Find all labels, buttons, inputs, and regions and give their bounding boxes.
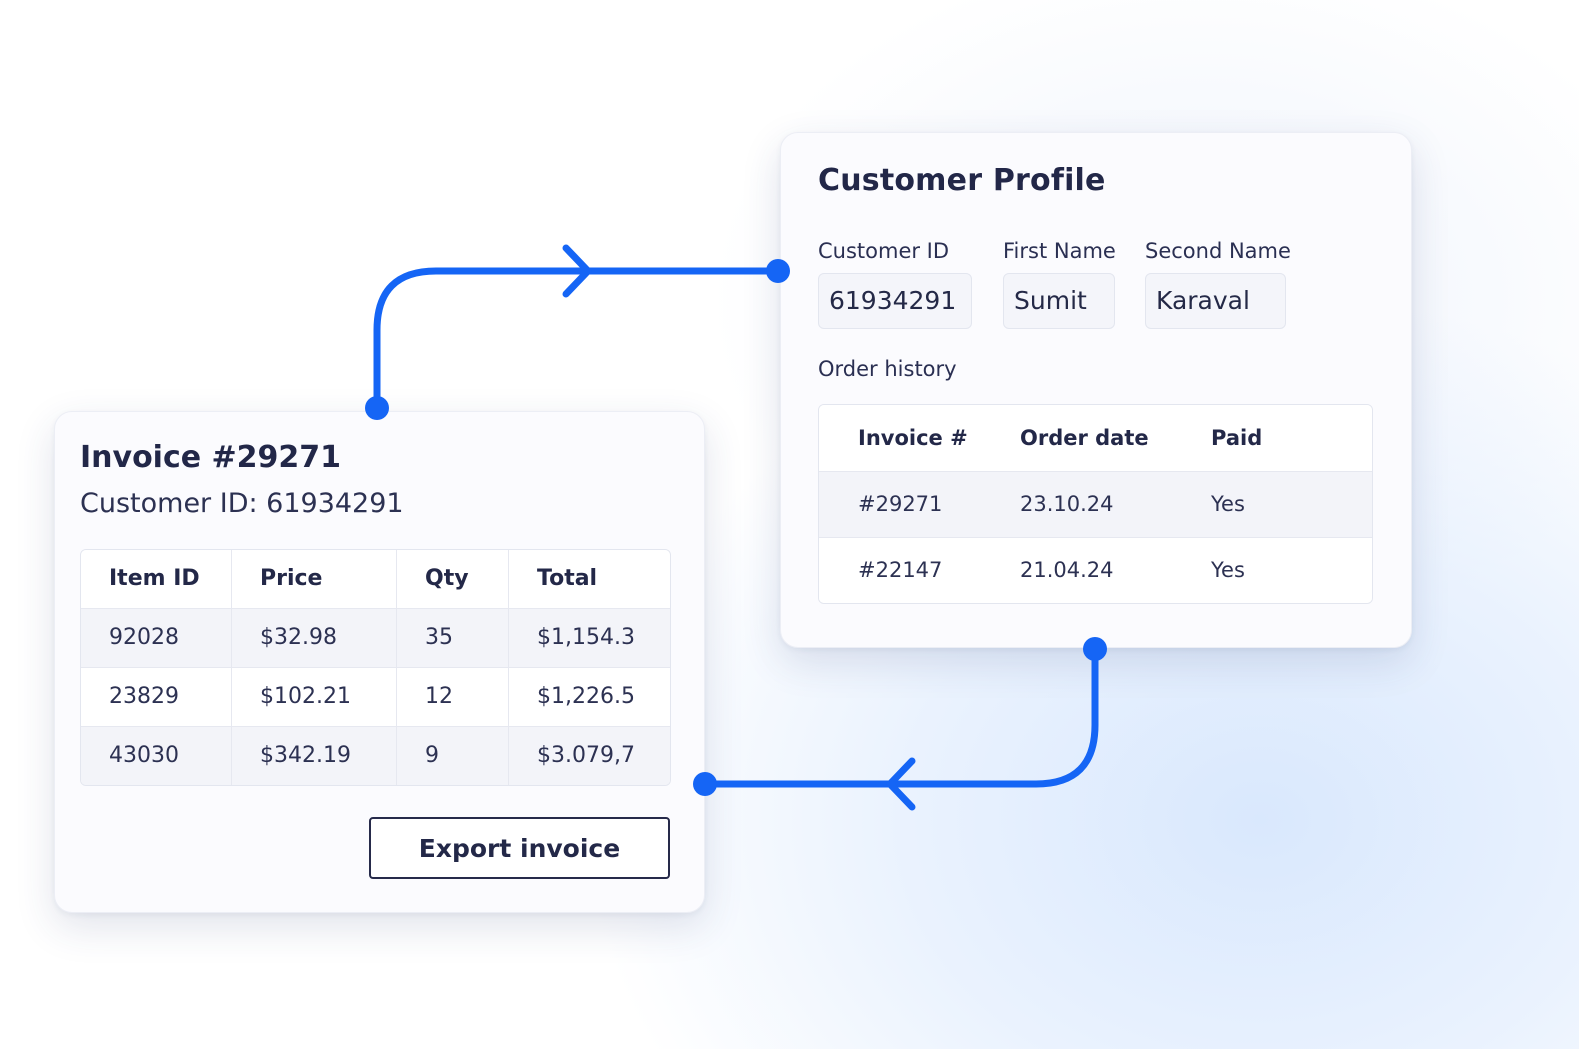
customer-id-label: Customer ID xyxy=(818,239,950,263)
order-date-cell: 21.04.24 xyxy=(1020,558,1114,583)
invoice-items-table-container: Item ID Price Qty Total 92028 $32.98 35 … xyxy=(80,549,671,786)
item-total-cell: $1,154.3 xyxy=(508,608,670,667)
table-row[interactable]: #29271 23.10.24 Yes xyxy=(819,471,1372,537)
table-row[interactable]: 43030 $342.19 9 $3.079,7 xyxy=(81,726,670,785)
second-name-label: Second Name xyxy=(1145,239,1291,263)
arrow-head-left xyxy=(886,757,916,811)
item-total-cell: $1,226.5 xyxy=(508,667,670,726)
table-header-row: Item ID Price Qty Total xyxy=(81,550,670,608)
first-name-field[interactable]: Sumit xyxy=(1003,273,1115,329)
column-header-total: Total xyxy=(508,550,670,608)
item-total-cell: $3.079,7 xyxy=(508,726,670,785)
column-header-item-id: Item ID xyxy=(109,566,200,592)
item-qty-cell: 12 xyxy=(396,667,509,726)
second-name-field-group: Second Name Karaval xyxy=(1145,239,1291,329)
order-date-cell: 23.10.24 xyxy=(1020,492,1114,516)
column-header-invoice: Invoice # xyxy=(858,425,968,450)
customer-profile-card: Customer Profile Customer ID 61934291 Fi… xyxy=(780,132,1412,648)
customer-profile-title: Customer Profile xyxy=(818,163,1106,198)
order-history-label: Order history xyxy=(818,357,957,381)
table-row[interactable]: 23829 $102.21 12 $1,226.5 xyxy=(81,667,670,726)
item-id-cell: 43030 xyxy=(109,743,179,769)
invoice-card: Invoice #29271 Customer ID: 61934291 Ite… xyxy=(54,411,705,913)
item-qty-cell: 35 xyxy=(396,608,509,667)
first-name-field-group: First Name Sumit xyxy=(1003,239,1116,329)
item-id-cell: 92028 xyxy=(109,625,179,650)
invoice-customer-id: Customer ID: 61934291 xyxy=(80,488,404,519)
order-paid-cell: Yes xyxy=(1211,558,1245,583)
connector-invoice-to-profile xyxy=(373,267,782,412)
column-header-qty: Qty xyxy=(396,550,509,608)
table-row[interactable]: #22147 21.04.24 Yes xyxy=(819,537,1372,603)
second-name-field[interactable]: Karaval xyxy=(1145,273,1286,329)
item-price-cell: $102.21 xyxy=(231,667,397,726)
invoice-title: Invoice #29271 xyxy=(80,440,342,475)
customer-id-field[interactable]: 61934291 xyxy=(818,273,972,329)
column-header-order-date: Order date xyxy=(1020,425,1149,450)
arrow-head-right xyxy=(562,244,592,298)
order-invoice-cell: #29271 xyxy=(858,492,943,516)
export-invoice-button[interactable]: Export invoice xyxy=(369,817,670,879)
item-qty-cell: 9 xyxy=(396,726,509,785)
table-row[interactable]: 92028 $32.98 35 $1,154.3 xyxy=(81,608,670,667)
customer-id-field-group: Customer ID 61934291 xyxy=(818,239,972,329)
item-price-cell: $32.98 xyxy=(231,608,397,667)
connector-profile-to-invoice xyxy=(701,645,1099,788)
order-paid-cell: Yes xyxy=(1211,492,1245,516)
column-header-paid: Paid xyxy=(1211,425,1263,450)
invoice-items-table: Item ID Price Qty Total 92028 $32.98 35 … xyxy=(81,550,670,785)
item-price-cell: $342.19 xyxy=(231,726,397,785)
item-id-cell: 23829 xyxy=(109,684,179,709)
table-header-row: Invoice # Order date Paid xyxy=(819,405,1372,471)
first-name-label: First Name xyxy=(1003,239,1116,263)
order-invoice-cell: #22147 xyxy=(858,558,943,583)
order-history-table-container: Invoice # Order date Paid #29271 23.10.2… xyxy=(818,404,1373,604)
order-history-table: Invoice # Order date Paid #29271 23.10.2… xyxy=(819,405,1372,603)
column-header-price: Price xyxy=(231,550,397,608)
